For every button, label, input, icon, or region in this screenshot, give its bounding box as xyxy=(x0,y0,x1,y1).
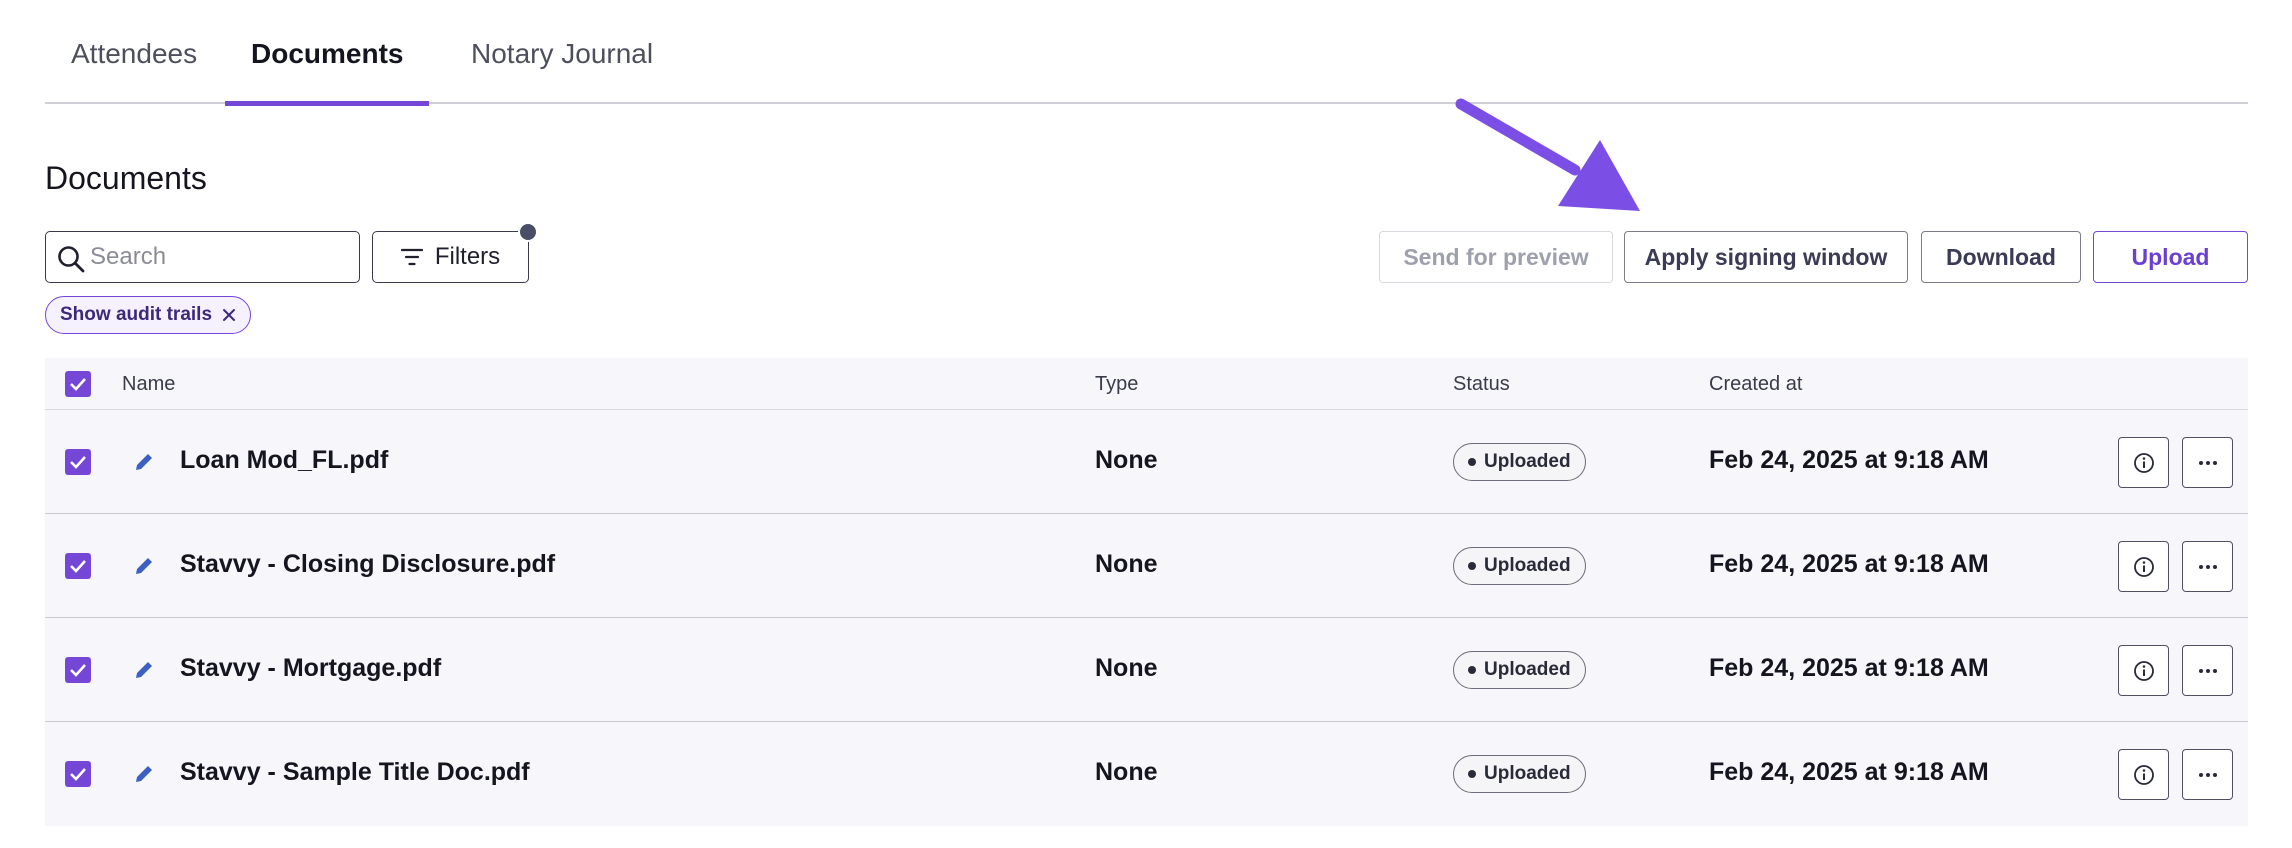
search-input[interactable] xyxy=(90,242,350,272)
document-type: None xyxy=(1095,550,1158,578)
document-type: None xyxy=(1095,758,1158,786)
search-box[interactable] xyxy=(45,231,360,283)
more-options-button[interactable] xyxy=(2182,645,2233,696)
row-checkbox[interactable] xyxy=(65,449,91,475)
header-name[interactable]: Name xyxy=(122,373,175,396)
header-type[interactable]: Type xyxy=(1095,373,1138,396)
table-row[interactable]: Stavvy - Mortgage.pdf None Uploaded Feb … xyxy=(45,618,2248,722)
info-button[interactable] xyxy=(2118,437,2169,488)
document-name[interactable]: Stavvy - Mortgage.pdf xyxy=(180,654,441,683)
section-title: Documents xyxy=(45,160,207,196)
row-checkbox[interactable] xyxy=(65,761,91,787)
more-options-button[interactable] xyxy=(2182,541,2233,592)
info-icon xyxy=(2133,556,2154,577)
close-icon[interactable] xyxy=(222,308,236,322)
tab-bar: Attendees Documents Notary Journal xyxy=(45,0,2248,106)
more-options-button[interactable] xyxy=(2182,749,2233,800)
select-all-checkbox[interactable] xyxy=(65,371,91,397)
status-badge: Uploaded xyxy=(1453,443,1586,481)
checkmark-icon xyxy=(70,378,86,391)
checkmark-icon xyxy=(70,560,86,573)
annotation-arrow-icon xyxy=(1455,98,1640,211)
document-created-at: Feb 24, 2025 at 9:18 AM xyxy=(1709,446,1989,474)
document-name[interactable]: Loan Mod_FL.pdf xyxy=(180,446,388,475)
document-created-at: Feb 24, 2025 at 9:18 AM xyxy=(1709,758,1989,786)
more-horizontal-icon xyxy=(2198,460,2217,465)
status-badge: Uploaded xyxy=(1453,755,1586,793)
document-type: None xyxy=(1095,654,1158,682)
table-row[interactable]: Stavvy - Closing Disclosure.pdf None Upl… xyxy=(45,514,2248,618)
info-icon xyxy=(2133,764,2154,785)
document-name[interactable]: Stavvy - Sample Title Doc.pdf xyxy=(180,758,530,787)
table-header: Name Type Status Created at xyxy=(45,358,2248,410)
checkmark-icon xyxy=(70,456,86,469)
more-horizontal-icon xyxy=(2198,564,2217,569)
download-button[interactable]: Download xyxy=(1921,231,2081,283)
row-checkbox[interactable] xyxy=(65,553,91,579)
header-created-at[interactable]: Created at xyxy=(1709,373,1802,396)
document-created-at: Feb 24, 2025 at 9:18 AM xyxy=(1709,654,1989,682)
chip-label: Show audit trails xyxy=(60,304,213,325)
info-icon xyxy=(2133,660,2154,681)
search-icon xyxy=(58,246,85,273)
tab-notary-journal[interactable]: Notary Journal xyxy=(445,38,679,104)
send-for-preview-button[interactable]: Send for preview xyxy=(1379,231,1613,283)
checkmark-icon xyxy=(70,664,86,677)
pencil-icon[interactable] xyxy=(130,448,158,476)
status-dot xyxy=(1468,458,1476,466)
pencil-icon[interactable] xyxy=(130,656,158,684)
info-button[interactable] xyxy=(2118,541,2169,592)
header-status[interactable]: Status xyxy=(1453,373,1510,396)
tab-label: Documents xyxy=(251,38,404,69)
tab-label: Notary Journal xyxy=(471,38,654,69)
document-type: None xyxy=(1095,446,1158,474)
document-name[interactable]: Stavvy - Closing Disclosure.pdf xyxy=(180,550,555,579)
filters-label: Filters xyxy=(434,243,501,270)
table-row[interactable]: Stavvy - Sample Title Doc.pdf None Uploa… xyxy=(45,722,2248,826)
tab-documents[interactable]: Documents xyxy=(225,38,430,106)
filters-button[interactable]: Filters xyxy=(372,222,538,283)
upload-button[interactable]: Upload xyxy=(2093,231,2248,283)
more-horizontal-icon xyxy=(2198,772,2217,777)
table-row[interactable]: Loan Mod_FL.pdf None Uploaded Feb 24, 20… xyxy=(45,410,2248,514)
pencil-icon[interactable] xyxy=(130,552,158,580)
status-label: Uploaded xyxy=(1484,555,1571,576)
tab-attendees[interactable]: Attendees xyxy=(45,38,223,104)
more-horizontal-icon xyxy=(2198,668,2217,673)
status-dot xyxy=(1468,666,1476,674)
filter-icon xyxy=(400,248,423,266)
pencil-icon[interactable] xyxy=(130,760,158,788)
info-icon xyxy=(2133,452,2154,473)
tab-label: Attendees xyxy=(71,38,198,69)
info-button[interactable] xyxy=(2118,645,2169,696)
document-created-at: Feb 24, 2025 at 9:18 AM xyxy=(1709,550,1989,578)
more-options-button[interactable] xyxy=(2182,437,2233,488)
status-dot xyxy=(1468,562,1476,570)
documents-table: Name Type Status Created at Loan Mod_FL.… xyxy=(45,358,2248,826)
status-badge: Uploaded xyxy=(1453,547,1586,585)
info-button[interactable] xyxy=(2118,749,2169,800)
status-badge: Uploaded xyxy=(1453,651,1586,689)
checkmark-icon xyxy=(70,768,86,781)
status-dot xyxy=(1468,770,1476,778)
audit-trails-chip[interactable]: Show audit trails xyxy=(45,296,252,334)
apply-signing-window-button[interactable]: Apply signing window xyxy=(1624,231,1908,283)
row-checkbox[interactable] xyxy=(65,657,91,683)
status-label: Uploaded xyxy=(1484,451,1571,472)
filters-indicator-dot xyxy=(518,222,538,242)
status-label: Uploaded xyxy=(1484,763,1571,784)
status-label: Uploaded xyxy=(1484,659,1571,680)
